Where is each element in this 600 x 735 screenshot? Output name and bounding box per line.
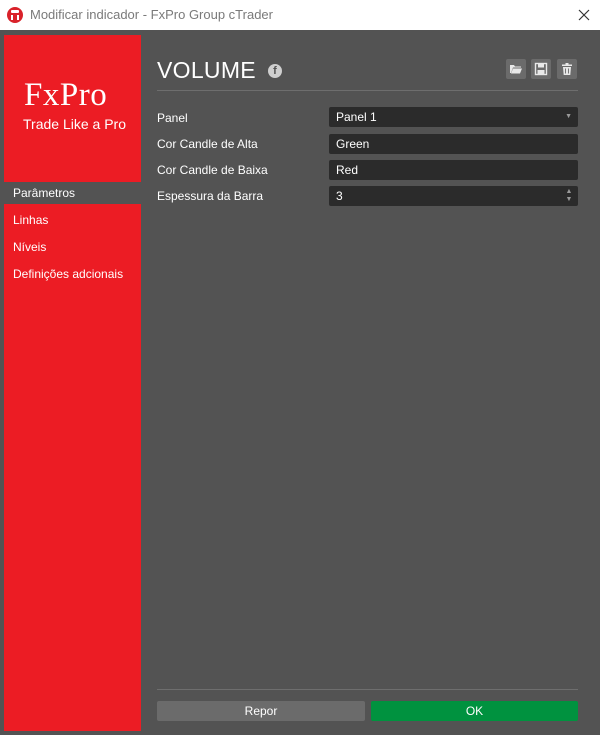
sidebar-item-linhas[interactable]: Linhas bbox=[4, 209, 141, 231]
close-button[interactable] bbox=[574, 5, 594, 25]
sidebar: FxPro Trade Like a Pro Parâmetros Linhas… bbox=[4, 35, 141, 731]
bear-candle-color-field[interactable]: Red bbox=[329, 160, 578, 180]
sidebar-item-label: Linhas bbox=[13, 213, 49, 227]
window-title: Modificar indicador - FxPro Group cTrade… bbox=[30, 7, 273, 22]
bar-thickness-stepper[interactable]: 3 ▲ ▼ bbox=[329, 186, 578, 206]
param-label-panel: Panel bbox=[157, 111, 188, 125]
header-divider bbox=[157, 90, 578, 91]
save-button[interactable] bbox=[531, 59, 551, 79]
folder-open-icon bbox=[510, 65, 522, 74]
param-label-cor-alta: Cor Candle de Alta bbox=[157, 137, 258, 151]
bull-candle-color-field[interactable]: Green bbox=[329, 134, 578, 154]
param-label-cor-baixa: Cor Candle de Baixa bbox=[157, 163, 268, 177]
page-title: VOLUME bbox=[157, 57, 256, 83]
ctrader-app-icon bbox=[7, 7, 23, 23]
stepper-controls: ▲ ▼ bbox=[565, 188, 573, 204]
bar-thickness-value: 3 bbox=[336, 189, 343, 203]
stepper-up-icon[interactable]: ▲ bbox=[565, 188, 573, 196]
bear-candle-color-value: Red bbox=[336, 163, 359, 177]
trash-icon bbox=[562, 63, 572, 75]
sidebar-item-parametros[interactable]: Parâmetros bbox=[4, 182, 141, 204]
chevron-down-icon: ▼ bbox=[565, 113, 572, 120]
param-label-espessura: Espessura da Barra bbox=[157, 189, 264, 203]
brand-logo: FxPro bbox=[24, 77, 108, 113]
save-icon bbox=[534, 62, 548, 76]
facebook-icon[interactable]: f bbox=[268, 64, 282, 78]
dialog-body: FxPro Trade Like a Pro Parâmetros Linhas… bbox=[0, 30, 600, 735]
ok-button[interactable]: OK bbox=[371, 701, 578, 721]
open-button[interactable] bbox=[506, 59, 526, 79]
reset-button[interactable]: Repor bbox=[157, 701, 365, 721]
delete-button[interactable] bbox=[557, 59, 577, 79]
close-icon bbox=[578, 9, 590, 21]
sidebar-item-label: Níveis bbox=[13, 240, 47, 254]
stepper-down-icon[interactable]: ▼ bbox=[565, 196, 573, 204]
panel-value: Panel 1 bbox=[336, 110, 377, 124]
panel-dropdown[interactable]: Panel 1 ▼ bbox=[329, 107, 578, 127]
sidebar-item-niveis[interactable]: Níveis bbox=[4, 236, 141, 258]
title-bar: Modificar indicador - FxPro Group cTrade… bbox=[0, 0, 600, 30]
sidebar-item-label: Parâmetros bbox=[13, 186, 76, 200]
brand-tagline: Trade Like a Pro bbox=[23, 116, 126, 132]
main-content: VOLUME f Panel Panel 1 ▼ Cor Candle de A… bbox=[157, 30, 578, 735]
sidebar-item-label: Definições adcionais bbox=[13, 267, 124, 281]
bull-candle-color-value: Green bbox=[336, 137, 370, 151]
sidebar-item-definicoes-adcionais[interactable]: Definições adcionais bbox=[4, 263, 141, 285]
footer-divider bbox=[157, 689, 578, 690]
